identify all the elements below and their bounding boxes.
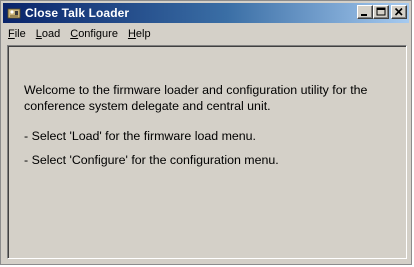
app-window: Close Talk Loader File Load Configure He… [0, 0, 412, 265]
minimize-icon [361, 14, 367, 16]
menu-file[interactable]: File [3, 25, 31, 43]
close-icon [394, 7, 403, 16]
close-button[interactable] [391, 5, 407, 19]
minimize-button[interactable] [357, 5, 373, 19]
maximize-icon [376, 7, 386, 16]
menu-load[interactable]: Load [31, 25, 65, 43]
maximize-button[interactable] [373, 5, 389, 19]
window-title: Close Talk Loader [25, 6, 130, 20]
welcome-message: Welcome to the firmware loader and confi… [24, 83, 368, 113]
instruction-load: - Select 'Load' for the firmware load me… [24, 129, 257, 143]
menu-help[interactable]: Help [123, 25, 156, 43]
main-panel: Welcome to the firmware loader and confi… [7, 45, 407, 259]
instruction-configure: - Select 'Configure' for the configurati… [24, 153, 279, 167]
menu-configure[interactable]: Configure [65, 25, 123, 43]
window-controls [357, 5, 407, 19]
title-bar[interactable]: Close Talk Loader [3, 3, 409, 23]
close-talk-app-icon[interactable] [7, 6, 21, 20]
menu-bar: File Load Configure Help [3, 25, 409, 43]
